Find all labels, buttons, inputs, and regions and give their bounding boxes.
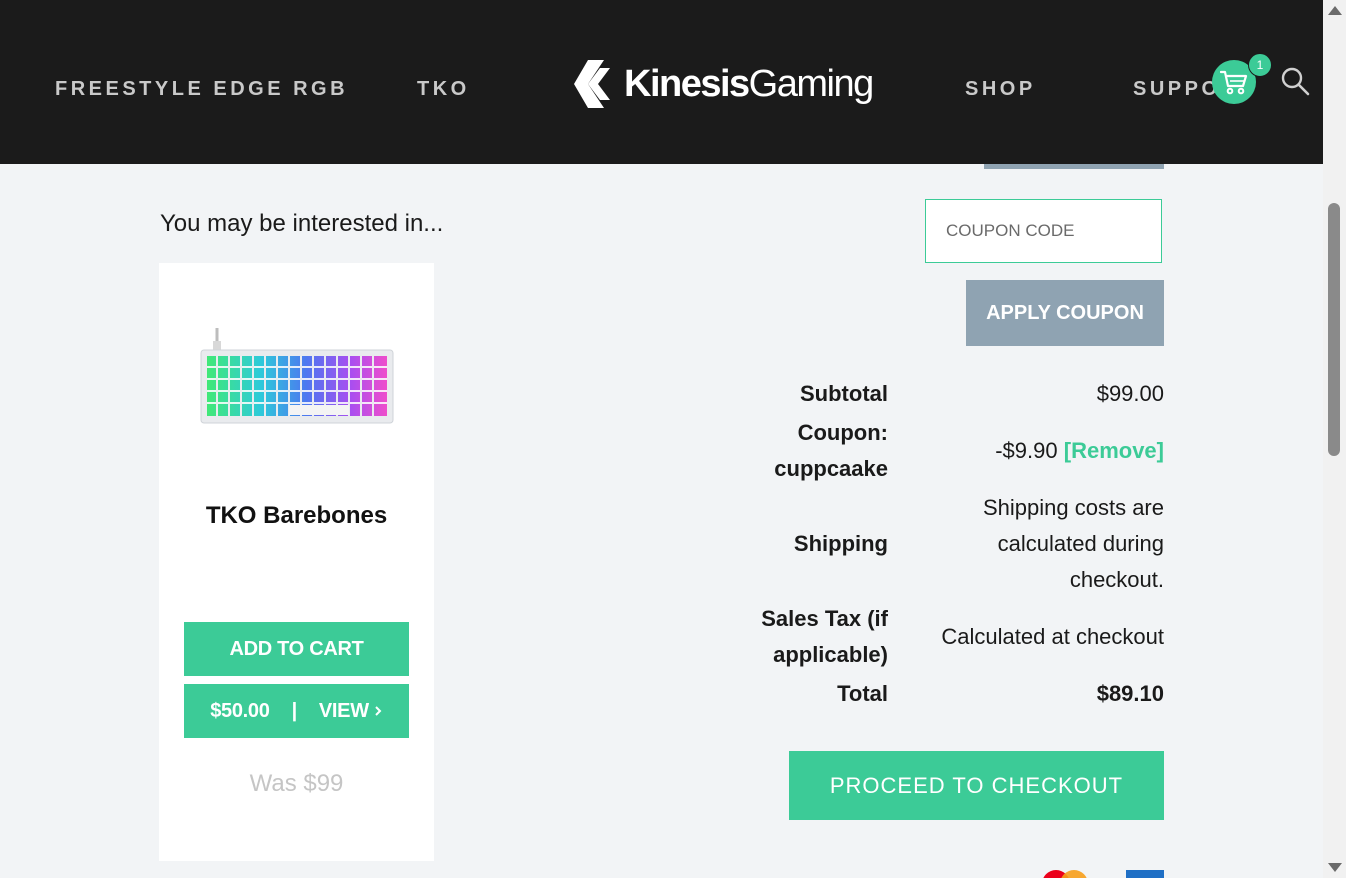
price-separator: | — [291, 699, 298, 722]
search-button[interactable] — [1280, 66, 1310, 101]
search-icon — [1281, 67, 1310, 96]
total-value: $89.10 — [1096, 681, 1164, 706]
apply-coupon-button[interactable]: APPLY COUPON — [966, 280, 1164, 346]
coupon-code-input[interactable] — [925, 199, 1162, 263]
proceed-to-checkout-button[interactable]: PROCEED TO CHECKOUT — [789, 751, 1164, 820]
nav-shop[interactable]: SHOP — [965, 78, 1036, 101]
nav-tko[interactable]: TKO — [417, 78, 470, 101]
product-price: $50.00 — [210, 699, 270, 722]
cart-icon — [1220, 70, 1248, 95]
scroll-down-arrow-icon[interactable] — [1328, 863, 1342, 872]
logo-text: KinesisGaming — [624, 62, 874, 105]
shipping-value: Shipping costs are calculated during che… — [983, 495, 1164, 592]
coupon-discount-value: -$9.90 [Remove] — [995, 438, 1164, 463]
product-card: TKO Barebones ADD TO CART $50.00 | VIEW … — [159, 263, 434, 861]
payment-method-icons — [1043, 870, 1164, 878]
subtotal-label: Subtotal — [800, 381, 888, 406]
nav-freestyle-edge-rgb[interactable]: FREESTYLE EDGE RGB — [55, 78, 348, 101]
subtotal-value: $99.00 — [1096, 381, 1164, 406]
keyboard-product-image[interactable] — [199, 323, 394, 433]
total-label: Total — [837, 681, 888, 706]
shipping-label: Shipping — [793, 531, 888, 556]
recommendations-heading: You may be interested in... — [160, 210, 444, 237]
nav-support[interactable]: SUPPO — [1133, 78, 1221, 101]
remove-coupon-link[interactable]: [Remove] — [1064, 438, 1164, 463]
partially-hidden-button[interactable] — [984, 164, 1164, 169]
site-header: FREESTYLE EDGE RGB TKO KinesisGaming SHO… — [0, 0, 1323, 164]
sales-tax-label: Sales Tax (if applicable) — [761, 606, 888, 667]
chevron-right-icon — [375, 706, 382, 716]
scrollbar-thumb[interactable] — [1328, 203, 1340, 456]
product-title[interactable]: TKO Barebones — [159, 502, 434, 530]
scroll-up-arrow-icon[interactable] — [1328, 6, 1342, 15]
coupon-label: Coupon: cuppcaake — [774, 420, 888, 481]
kinesis-gaming-logo[interactable]: KinesisGaming — [574, 58, 874, 110]
kinesis-chevron-icon — [574, 60, 610, 108]
cart-count-badge: 1 — [1248, 53, 1272, 77]
add-to-cart-button[interactable]: ADD TO CART — [184, 622, 409, 676]
was-price: Was $99 — [249, 770, 344, 797]
view-label: VIEW — [318, 699, 369, 722]
sales-tax-value: Calculated at checkout — [941, 624, 1164, 649]
view-product-button[interactable]: $50.00 | VIEW — [184, 684, 409, 738]
amex-icon — [1126, 870, 1164, 878]
page-scrollbar[interactable] — [1323, 0, 1346, 878]
